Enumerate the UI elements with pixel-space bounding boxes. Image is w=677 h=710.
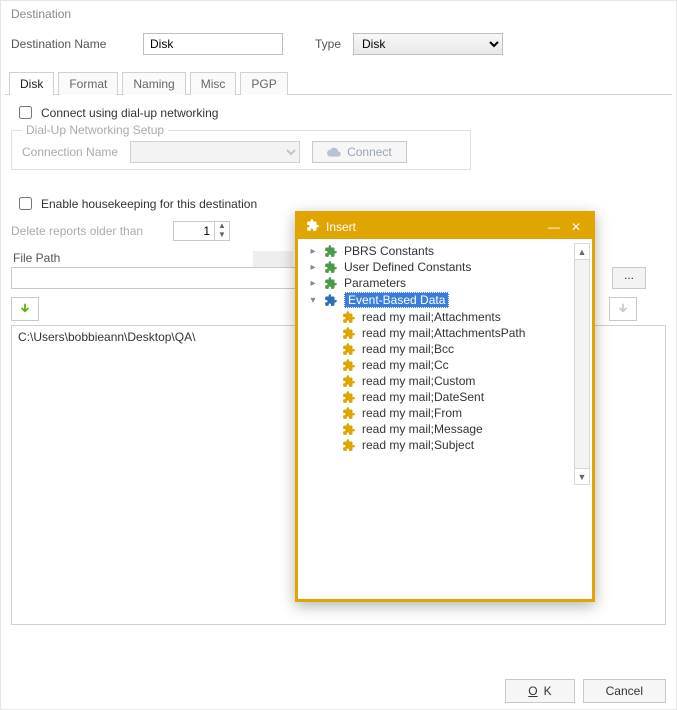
tree-child[interactable]: read my mail;Cc <box>308 357 586 373</box>
tab-pgp[interactable]: PGP <box>240 72 287 95</box>
tree-child[interactable]: read my mail;AttachmentsPath <box>308 325 586 341</box>
insert-popup: Insert — ✕ ▸PBRS Constants ▸User Defined… <box>295 211 595 602</box>
tree-node[interactable]: ▸User Defined Constants <box>308 259 586 275</box>
puzzle-icon <box>342 390 356 404</box>
tree-child[interactable]: read my mail;Bcc <box>308 341 586 357</box>
tree-child[interactable]: read my mail;Message <box>308 421 586 437</box>
tree-child[interactable]: read my mail;Custom <box>308 373 586 389</box>
puzzle-icon <box>342 406 356 420</box>
popup-title: Insert <box>326 220 540 234</box>
cloud-icon <box>327 147 341 157</box>
puzzle-icon <box>306 218 320 235</box>
puzzle-icon <box>342 438 356 452</box>
type-label: Type <box>315 37 341 51</box>
conn-name-select <box>130 141 300 163</box>
type-select[interactable]: Disk <box>353 33 503 55</box>
scroll-up-icon[interactable]: ▲ <box>575 244 589 260</box>
move-up-button[interactable] <box>11 297 39 321</box>
puzzle-icon <box>324 276 338 290</box>
tree-child[interactable]: read my mail;Subject <box>308 437 586 453</box>
arrow-down-icon <box>616 302 630 316</box>
puzzle-icon <box>342 326 356 340</box>
housekeeping-checkbox[interactable] <box>19 197 32 210</box>
conn-name-label: Connection Name <box>22 145 118 159</box>
ok-button[interactable]: OK <box>505 679 574 703</box>
filepath-label: File Path <box>13 251 60 265</box>
puzzle-icon <box>342 342 356 356</box>
housekeeping-checkbox-label: Enable housekeeping for this destination <box>41 197 257 211</box>
insert-tree[interactable]: ▸PBRS Constants ▸User Defined Constants … <box>298 239 592 457</box>
tree-child[interactable]: read my mail;Attachments <box>308 309 586 325</box>
dialup-checkbox[interactable] <box>19 106 32 119</box>
move-down-button[interactable] <box>609 297 637 321</box>
tree-node[interactable]: ▸Parameters <box>308 275 586 291</box>
tab-misc[interactable]: Misc <box>190 72 237 95</box>
cancel-button[interactable]: Cancel <box>583 679 666 703</box>
puzzle-icon <box>324 244 338 258</box>
puzzle-icon <box>342 310 356 324</box>
tree-child[interactable]: read my mail;DateSent <box>308 389 586 405</box>
puzzle-icon <box>342 374 356 388</box>
delete-older-input[interactable] <box>174 222 214 240</box>
tree-child[interactable]: read my mail;From <box>308 405 586 421</box>
dest-name-input[interactable] <box>143 33 283 55</box>
tab-disk[interactable]: Disk <box>9 72 54 95</box>
puzzle-icon <box>324 293 338 307</box>
popup-scrollbar[interactable]: ▲ ▼ <box>574 243 590 485</box>
connect-button: Connect <box>312 141 407 163</box>
delete-older-label: Delete reports older than <box>11 224 161 238</box>
tab-bar: Disk Format Naming Misc PGP <box>5 71 672 95</box>
puzzle-icon <box>324 260 338 274</box>
close-icon[interactable]: ✕ <box>568 219 584 235</box>
tab-naming[interactable]: Naming <box>122 72 185 95</box>
page-title: Destination <box>1 1 676 27</box>
tree-node-selected[interactable]: ▾Event-Based Data <box>308 291 586 309</box>
puzzle-icon <box>342 358 356 372</box>
tree-node[interactable]: ▸PBRS Constants <box>308 243 586 259</box>
dialup-group-title: Dial-Up Networking Setup <box>22 123 168 137</box>
tab-format[interactable]: Format <box>58 72 118 95</box>
arrow-up-icon <box>18 302 32 316</box>
dest-name-label: Destination Name <box>11 37 131 51</box>
dialup-checkbox-label: Connect using dial-up networking <box>41 106 218 120</box>
browse-button[interactable]: ... <box>612 267 646 289</box>
delete-older-spinner[interactable]: ▲ ▼ <box>173 221 230 241</box>
scroll-down-icon[interactable]: ▼ <box>575 468 589 484</box>
minimize-icon[interactable]: — <box>546 219 562 235</box>
spin-down-icon[interactable]: ▼ <box>215 231 229 240</box>
puzzle-icon <box>342 422 356 436</box>
